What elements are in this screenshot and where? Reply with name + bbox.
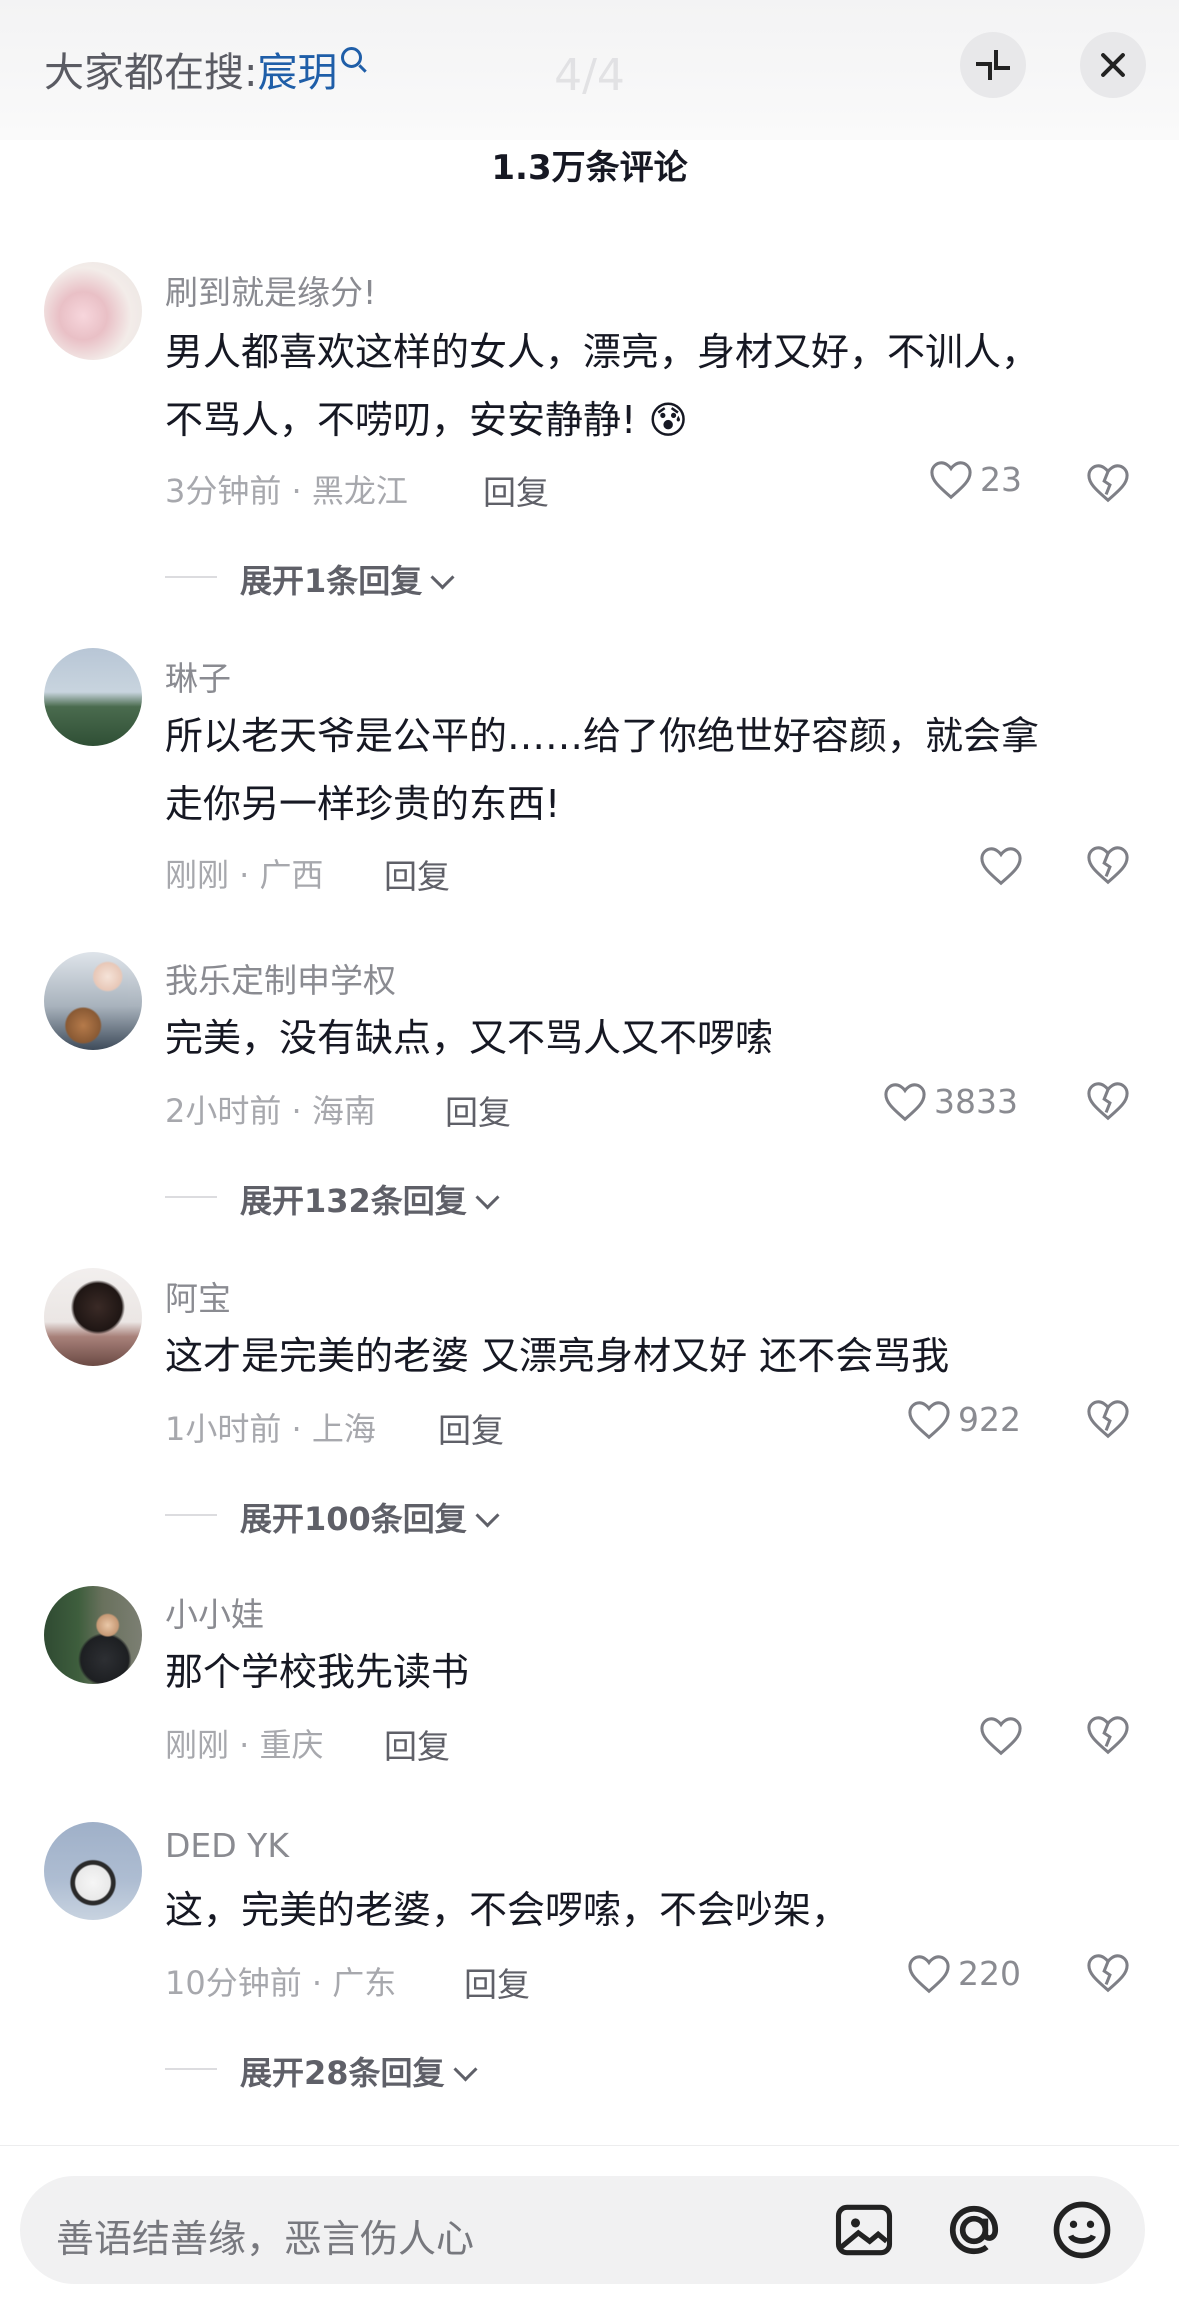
comment-text: 这才是完美的老婆 又漂亮身材又好 还不会骂我 <box>165 1334 950 1378</box>
comment-input-bar: 善语结善缘，恶言伤人心 <box>0 2145 1179 2312</box>
comment-input[interactable]: 善语结善缘，恶言伤人心 <box>20 2176 1145 2284</box>
like-button[interactable]: 23 <box>928 458 1022 501</box>
comment-text: 这，完美的老婆，不会啰嗦，不会吵架， <box>165 1888 850 1932</box>
at-icon[interactable] <box>940 2196 1008 2264</box>
comment-username[interactable]: DED YK <box>165 1826 289 1865</box>
like-heart-icon <box>980 846 1022 885</box>
comment-text: 那个学校我先读书 <box>165 1650 470 1694</box>
divider <box>165 576 217 578</box>
avatar[interactable] <box>44 1822 142 1920</box>
avatar[interactable] <box>44 1268 142 1366</box>
comment-time-location: 2小时前 · 海南 <box>165 1092 376 1130</box>
chevron-down-icon <box>430 565 455 590</box>
dislike-button[interactable] <box>1085 1952 1131 1994</box>
divider <box>165 2068 217 2070</box>
expand-replies-button[interactable]: 展开28条回复 <box>240 2048 478 2094</box>
chevron-down-icon <box>453 2057 478 2082</box>
like-heart-icon <box>930 460 972 499</box>
dislike-heart-icon <box>1087 1400 1129 1439</box>
expand-replies-button[interactable]: 展开132条回复 <box>240 1176 500 1222</box>
dislike-button[interactable] <box>1085 1714 1131 1756</box>
dislike-heart-icon <box>1087 1716 1129 1755</box>
like-heart-icon <box>908 1954 950 1993</box>
divider <box>165 1196 217 1198</box>
dislike-button[interactable] <box>1085 844 1131 886</box>
like-heart-icon <box>980 1716 1022 1755</box>
like-count: 922 <box>958 1400 1021 1439</box>
comment-time-location: 刚刚 · 广西 <box>165 856 324 894</box>
emoji-icon[interactable] <box>1048 2196 1116 2264</box>
dislike-button[interactable] <box>1085 1398 1131 1440</box>
close-button[interactable] <box>1080 32 1146 98</box>
dislike-heart-icon <box>1087 1954 1129 1993</box>
reply-button[interactable]: 回复 <box>438 1404 504 1452</box>
avatar[interactable] <box>44 648 142 746</box>
like-button[interactable] <box>978 844 1030 887</box>
chevron-down-icon <box>475 1503 500 1528</box>
comment-time-location: 1小时前 · 上海 <box>165 1410 376 1448</box>
reply-button[interactable]: 回复 <box>384 850 450 898</box>
like-count: 23 <box>980 460 1022 499</box>
expand-replies-button[interactable]: 展开100条回复 <box>240 1494 500 1540</box>
dislike-button[interactable] <box>1085 462 1131 504</box>
avatar[interactable] <box>44 952 142 1050</box>
image-icon[interactable] <box>830 2196 898 2264</box>
like-button[interactable]: 922 <box>906 1398 1021 1441</box>
comment-time-location: 刚刚 · 重庆 <box>165 1726 324 1764</box>
reply-button[interactable]: 回复 <box>483 466 549 514</box>
comment-time-location: 3分钟前 · 黑龙江 <box>165 472 408 510</box>
like-button[interactable]: 220 <box>906 1952 1021 1995</box>
avatar[interactable] <box>44 262 142 360</box>
comment-input-placeholder: 善语结善缘，恶言伤人心 <box>56 2217 475 2261</box>
like-heart-icon <box>884 1082 926 1121</box>
comment-text: 完美，没有缺点，又不骂人又不啰嗦 <box>165 1016 774 1060</box>
dislike-heart-icon <box>1087 1082 1129 1121</box>
comment-text: 所以老天爷是公平的……给了你绝世好容颜，就会拿 走你另一样珍贵的东西! <box>165 714 1040 826</box>
chevron-down-icon <box>475 1185 500 1210</box>
like-button[interactable]: 3833 <box>882 1080 1018 1123</box>
top-bar: 大家都在搜:宸玥 4/4 <box>0 0 1179 140</box>
comment-count-title: 1.3万条评论 <box>491 148 688 188</box>
dislike-button[interactable] <box>1085 1080 1131 1122</box>
like-count: 3833 <box>934 1082 1018 1121</box>
like-count: 220 <box>958 1954 1021 1993</box>
expand-replies-button[interactable]: 展开1条回复 <box>240 556 455 602</box>
like-heart-icon <box>908 1400 950 1439</box>
divider <box>165 1514 217 1516</box>
reply-button[interactable]: 回复 <box>464 1958 530 2006</box>
dislike-heart-icon <box>1087 846 1129 885</box>
comment-username[interactable]: 阿宝 <box>165 1272 231 1320</box>
comment-text: 男人都喜欢这样的女人，漂亮，身材又好，不训人， 不骂人，不唠叨，安安静静! 😰 <box>165 330 1040 442</box>
reply-button[interactable]: 回复 <box>445 1086 511 1134</box>
comment-username[interactable]: 琳子 <box>165 652 231 700</box>
comment-username[interactable]: 刷到就是缘分! <box>165 266 376 314</box>
avatar[interactable] <box>44 1586 142 1684</box>
collapse-button[interactable] <box>960 32 1026 98</box>
comment-username[interactable]: 小小娃 <box>165 1588 264 1636</box>
comment-username[interactable]: 我乐定制申学权 <box>165 954 396 1002</box>
comment-time-location: 10分钟前 · 广东 <box>165 1964 397 2002</box>
like-button[interactable] <box>978 1714 1030 1757</box>
dislike-heart-icon <box>1087 464 1129 503</box>
reply-button[interactable]: 回复 <box>384 1720 450 1768</box>
